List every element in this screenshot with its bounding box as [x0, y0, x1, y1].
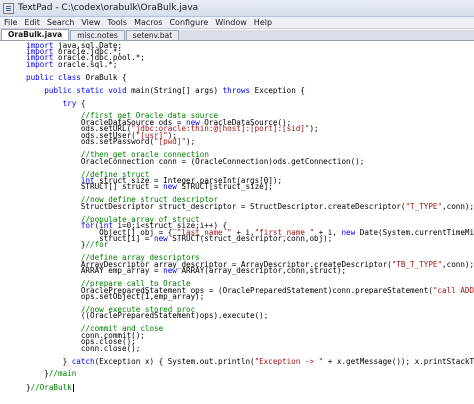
tab-setenv-bat[interactable]: setenv.bat — [125, 30, 180, 40]
document-tab-bar: OraBulk.java misc.notes setenv.bat — [0, 29, 474, 41]
menu-view[interactable]: View — [79, 17, 105, 29]
window-title: TextPad - C:\codex\orabulk\OraBulk.java — [18, 3, 199, 13]
menu-edit[interactable]: Edit — [22, 17, 45, 29]
code-line: }//OraBulk — [26, 383, 474, 393]
menu-macros[interactable]: Macros — [132, 17, 167, 29]
menu-tools[interactable]: Tools — [105, 17, 132, 29]
code-editor[interactable]: import java.sql.Date; import oracle.jdbc.… — [0, 42, 474, 404]
menu-window[interactable]: Window — [213, 17, 252, 29]
menu-bar: File Edit Search View Tools Macros Confi… — [0, 17, 474, 29]
menu-configure[interactable]: Configure — [167, 17, 213, 29]
text-caret — [72, 384, 74, 393]
menu-search[interactable]: Search — [45, 17, 79, 29]
menu-file[interactable]: File — [2, 17, 22, 29]
menu-help[interactable]: Help — [252, 17, 277, 29]
tab-orabulk-java[interactable]: OraBulk.java — [1, 29, 70, 40]
code-token: //OraBulk — [30, 383, 72, 393]
tab-misc-notes[interactable]: misc.notes — [70, 30, 125, 40]
title-bar: TextPad - C:\codex\orabulk\OraBulk.java — [0, 0, 474, 17]
textpad-app-icon — [3, 2, 14, 14]
